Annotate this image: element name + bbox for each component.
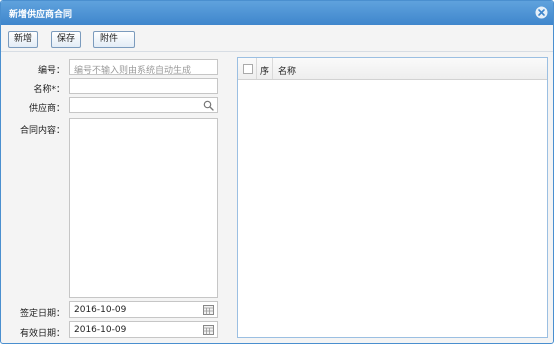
column-header-index[interactable]: 序: [260, 64, 269, 77]
code-placeholder: 编号不输入则由系统自动生成: [74, 66, 192, 76]
attachment-button-label: 附件: [100, 34, 119, 44]
content-label: 合同内容：: [19, 126, 65, 136]
name-label: 名称*：: [33, 82, 65, 95]
name-label-colon: ：: [55, 85, 65, 95]
code-field[interactable]: 编号不输入则由系统自动生成: [69, 59, 218, 76]
dialog-window: 新增供应商合同 新增 保存 附件 编号： 编号不输入则由系统自动生成 名称*： …: [0, 0, 554, 344]
new-button[interactable]: 新增: [8, 31, 38, 48]
items-grid: 序 名称: [237, 57, 548, 338]
calendar-icon[interactable]: [203, 325, 214, 335]
sign-date-value: 2016-10-09: [74, 305, 127, 315]
close-icon[interactable]: [535, 6, 548, 19]
name-field[interactable]: [69, 78, 218, 94]
save-button[interactable]: 保存: [51, 31, 81, 48]
valid-date-label: 有效日期：: [19, 329, 65, 339]
column-separator: [272, 58, 273, 79]
grid-header: 序 名称: [238, 58, 547, 80]
column-separator: [256, 58, 257, 79]
code-label: 编号：: [37, 66, 65, 76]
sign-date-label: 签定日期：: [19, 309, 65, 319]
supplier-field[interactable]: [69, 97, 218, 113]
title-bar[interactable]: 新增供应商合同: [1, 1, 553, 25]
toolbar: 新增 保存 附件: [1, 27, 553, 52]
select-all-checkbox[interactable]: [243, 64, 253, 74]
valid-date-value: 2016-10-09: [74, 325, 127, 335]
name-label-text: 名称: [33, 85, 52, 95]
attachment-button[interactable]: 附件: [93, 31, 135, 48]
column-header-name[interactable]: 名称: [278, 64, 296, 77]
valid-date-field[interactable]: 2016-10-09: [69, 321, 218, 338]
calendar-icon[interactable]: [203, 305, 214, 315]
window-title: 新增供应商合同: [9, 10, 73, 20]
sign-date-field[interactable]: 2016-10-09: [69, 301, 218, 318]
supplier-label: 供应商：: [28, 104, 65, 114]
search-icon[interactable]: [203, 100, 214, 111]
content-textarea[interactable]: [69, 118, 218, 298]
